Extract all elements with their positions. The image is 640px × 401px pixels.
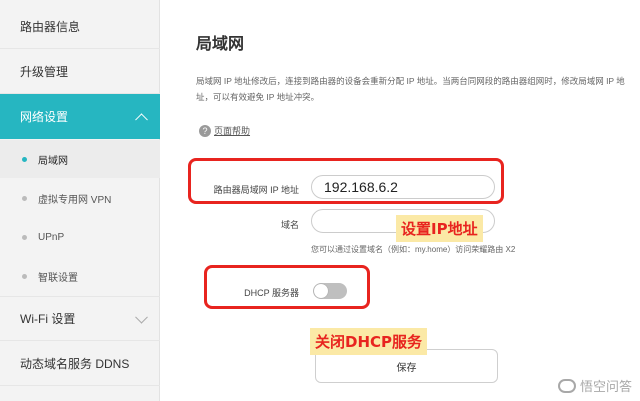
sidebar-item-wifi[interactable]: Wi-Fi 设置 [0, 296, 160, 341]
domain-hint: 您可以通过设置域名（例如：my.home）访问荣耀路由 X2 [311, 245, 516, 254]
ip-highlight-box [188, 158, 504, 204]
help-label: 页面帮助 [214, 126, 251, 136]
ip-callout: 设置IP地址 [396, 215, 483, 242]
bullet-icon [22, 235, 27, 240]
domain-label: 域名 [280, 220, 299, 230]
sidebar-subitem-label: UPnP [38, 231, 65, 243]
sidebar-subitem-label: 局域网 [38, 155, 68, 167]
dhcp-callout: 关闭DHCP服务 [310, 328, 428, 355]
chevron-up-icon [135, 112, 148, 126]
watermark: 悟空问答 [557, 376, 632, 395]
page-help-link[interactable]: ? 页面帮助 [199, 124, 250, 137]
dhcp-highlight-box [204, 265, 370, 309]
sidebar-subitem-lan[interactable]: 局域网 [0, 140, 160, 178]
sidebar-item-label: 升级管理 [20, 64, 69, 79]
sidebar-subitem-upnp[interactable]: UPnP [0, 218, 160, 256]
page-title: 局域网 [196, 36, 245, 53]
sidebar-item-ddns[interactable]: 动态域名服务 DDNS [0, 341, 160, 386]
sidebar-item-upgrade[interactable]: 升级管理 [0, 49, 160, 94]
sidebar-subitem-label: 虚拟专用网 VPN [38, 194, 112, 206]
watermark-label: 悟空问答 [579, 380, 632, 395]
help-icon: ? [199, 124, 211, 137]
page-description: 局域网 IP 地址修改后，连接到路由器的设备会重新分配 IP 地址。当两台同网段… [196, 76, 625, 102]
sidebar-item-router-info[interactable]: 路由器信息 [0, 4, 160, 49]
sidebar: 路由器信息 升级管理 网络设置 局域网 虚拟专用网 VPN UPnP 智联设置 … [0, 0, 160, 401]
sidebar-item-label: 路由器信息 [20, 19, 81, 34]
sidebar-item-label: 动态域名服务 DDNS [20, 356, 130, 371]
bullet-icon [22, 274, 27, 279]
sidebar-item-label: 网络设置 [20, 110, 69, 124]
sidebar-subitem-smart-link[interactable]: 智联设置 [0, 257, 160, 295]
sidebar-item-label: Wi-Fi 设置 [20, 312, 76, 326]
sidebar-subitem-label: 智联设置 [38, 272, 78, 284]
bullet-icon [22, 196, 27, 201]
chevron-down-icon [135, 310, 148, 324]
sidebar-item-network-settings[interactable]: 网络设置 [0, 94, 160, 139]
sidebar-subitem-vpn[interactable]: 虚拟专用网 VPN [0, 179, 160, 217]
speech-bubble-icon [557, 378, 576, 393]
bullet-icon [22, 157, 27, 162]
